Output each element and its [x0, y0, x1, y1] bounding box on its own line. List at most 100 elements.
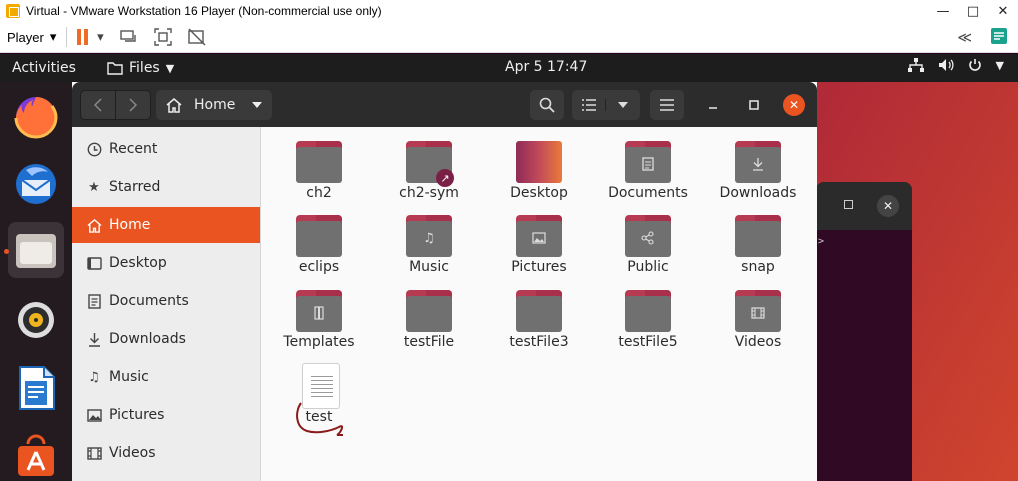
dock-firefox[interactable] — [8, 88, 64, 144]
download-icon — [86, 331, 102, 347]
file-grid: ch2 ↗ ch2-sym Desktop Documents Download… — [261, 127, 817, 481]
folder-icon — [296, 141, 342, 183]
file-item-label: snap — [741, 259, 775, 275]
send-ctrl-alt-del-icon[interactable] — [118, 27, 140, 47]
sidebar-item-label: Downloads — [109, 331, 186, 347]
view-options-button[interactable] — [606, 102, 640, 108]
notes-icon[interactable] — [990, 27, 1008, 48]
fullscreen-icon[interactable] — [152, 27, 174, 47]
location-button-home[interactable]: Home — [156, 90, 272, 120]
file-item-testfile5[interactable]: testFile5 — [598, 282, 698, 356]
file-item-desktop[interactable]: Desktop — [489, 133, 589, 207]
file-item-label: Videos — [734, 334, 782, 350]
rhythmbox-icon — [18, 302, 54, 338]
folder-icon — [625, 290, 671, 332]
main-menu-button[interactable] — [650, 90, 684, 120]
file-item-pictures[interactable]: Pictures — [489, 207, 589, 281]
clock[interactable]: Apr 5 17:47 — [505, 59, 587, 75]
window-close-button[interactable]: ✕ — [783, 94, 805, 116]
window-minimize-button[interactable] — [702, 94, 724, 116]
system-tray[interactable]: ▼ — [907, 58, 1004, 72]
app-menu-files[interactable]: Files ▼ — [107, 60, 174, 76]
file-item-public[interactable]: Public — [598, 207, 698, 281]
red-circle-annotation — [296, 402, 343, 436]
close-button[interactable]: ✕ — [988, 4, 1018, 19]
star-icon: ★ — [88, 179, 100, 195]
window-maximize-button[interactable] — [743, 94, 765, 116]
sidebar-item-downloads[interactable]: Downloads — [72, 321, 260, 357]
dock-rhythmbox[interactable] — [8, 292, 64, 348]
sidebar-item-videos[interactable]: Videos — [72, 435, 260, 471]
file-item-test[interactable]: test — [269, 357, 369, 437]
file-item-templates[interactable]: Templates — [269, 282, 369, 356]
sidebar-item-label: Videos — [109, 445, 156, 461]
file-item-testfile3[interactable]: testFile3 — [489, 282, 589, 356]
files-app-icon — [16, 234, 56, 268]
gnome-top-bar: Activities Files ▼ Apr 5 17:47 ▼ — [0, 54, 1018, 82]
background-terminal-window[interactable]: ✕ > — [816, 182, 912, 481]
thunderbird-icon — [16, 164, 56, 204]
chevron-right-icon — [129, 98, 137, 112]
sidebar-item-recent[interactable]: Recent — [72, 131, 260, 167]
search-button[interactable] — [530, 90, 564, 120]
sidebar-item-label: Desktop — [109, 255, 167, 271]
dock-ubuntu-software[interactable] — [8, 428, 64, 481]
maximize-icon[interactable] — [844, 200, 853, 209]
sidebar-item-pictures[interactable]: Pictures — [72, 397, 260, 433]
music-folder-icon: ♫ — [406, 215, 452, 257]
close-icon[interactable]: ✕ — [877, 195, 899, 217]
folder-symlink-icon: ↗ — [406, 141, 454, 187]
file-item-eclips[interactable]: eclips — [269, 207, 369, 281]
dock-thunderbird[interactable] — [8, 156, 64, 212]
pause-icon[interactable] — [77, 29, 89, 45]
chevron-left-icon — [94, 98, 102, 112]
sidebar-item-music[interactable]: ♫ Music — [72, 359, 260, 395]
file-item-label: testFile3 — [509, 334, 569, 350]
file-item-snap[interactable]: snap — [708, 207, 808, 281]
sidebar-item-starred[interactable]: ★ Starred — [72, 169, 260, 205]
file-item-label: Pictures — [511, 259, 567, 275]
folder-icon — [107, 62, 123, 75]
file-item-label: Documents — [608, 185, 688, 201]
pause-dropdown-icon[interactable]: ▾ — [94, 27, 106, 47]
file-item-ch2-sym[interactable]: ↗ ch2-sym — [379, 133, 479, 207]
public-folder-icon — [625, 215, 671, 257]
forward-button[interactable] — [115, 90, 151, 120]
file-item-ch2[interactable]: ch2 — [269, 133, 369, 207]
picture-icon — [86, 407, 102, 423]
vmware-logo-icon — [6, 4, 20, 18]
files-window: Home ✕ Recent ★ Starred Home Desktop Doc… — [72, 82, 817, 481]
view-toggle-group — [572, 90, 640, 120]
templates-folder-icon — [296, 290, 342, 332]
list-view-button[interactable] — [572, 99, 606, 111]
file-item-music[interactable]: ♫ Music — [379, 207, 479, 281]
vmware-window-title: Virtual - VMware Workstation 16 Player (… — [26, 4, 382, 18]
dropdown-arrow-icon: ▼ — [165, 61, 175, 75]
terminal-headerbar: ✕ — [816, 182, 912, 230]
dock — [0, 82, 72, 481]
file-item-downloads[interactable]: Downloads — [708, 133, 808, 207]
clock-icon — [86, 141, 102, 157]
close-icon: ✕ — [788, 98, 800, 112]
sidebar-item-desktop[interactable]: Desktop — [72, 245, 260, 281]
file-item-label: testFile5 — [618, 334, 678, 350]
list-view-icon — [581, 99, 596, 111]
file-item-label: Downloads — [719, 185, 797, 201]
file-item-videos[interactable]: Videos — [708, 282, 808, 356]
collapse-toolbar-icon[interactable]: ≪ — [957, 29, 972, 46]
documents-folder-icon — [625, 141, 671, 183]
back-button[interactable] — [80, 90, 116, 120]
unity-mode-icon[interactable] — [186, 27, 208, 47]
file-item-label: Templates — [283, 334, 355, 350]
dock-files[interactable] — [4, 222, 64, 278]
sidebar-item-home[interactable]: Home — [72, 207, 260, 243]
file-item-documents[interactable]: Documents — [598, 133, 698, 207]
sidebar-item-documents[interactable]: Documents — [72, 283, 260, 319]
music-icon: ♫ — [88, 369, 100, 385]
file-item-testfile[interactable]: testFile — [379, 282, 479, 356]
activities-button[interactable]: Activities — [12, 60, 102, 76]
dock-libreoffice-writer[interactable] — [8, 360, 64, 416]
player-menu-button[interactable]: Player ▾ — [7, 29, 56, 45]
maximize-button[interactable]: □ — [958, 4, 988, 19]
minimize-button[interactable]: — — [928, 4, 958, 19]
